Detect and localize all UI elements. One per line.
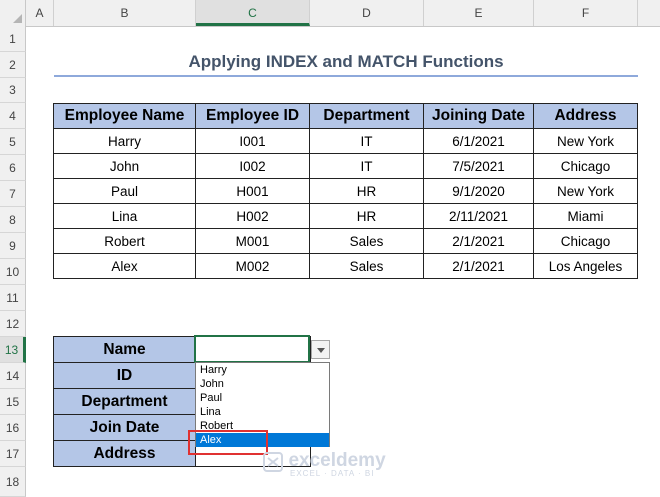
lookup-label-name[interactable]: Name: [53, 336, 196, 363]
row-header-17[interactable]: 17: [0, 441, 26, 467]
cell-department[interactable]: Sales: [309, 253, 424, 279]
row-header-10[interactable]: 10: [0, 259, 26, 285]
header-address[interactable]: Address: [533, 103, 638, 129]
header-department[interactable]: Department: [309, 103, 424, 129]
table-header-row: Employee Name Employee ID Department Joi…: [53, 103, 638, 129]
column-header-bar: A B C D E F: [0, 0, 660, 27]
cell-address[interactable]: New York: [533, 178, 638, 204]
dropdown-option[interactable]: Harry: [196, 363, 329, 377]
dropdown-arrow-button[interactable]: [311, 340, 330, 359]
col-header-A[interactable]: A: [26, 0, 54, 26]
table-row: Harry I001 IT 6/1/2021 New York: [53, 128, 638, 154]
row-header-2[interactable]: 2: [0, 52, 26, 78]
header-joining-date[interactable]: Joining Date: [423, 103, 534, 129]
row-header-5[interactable]: 5: [0, 129, 26, 155]
row-header-3[interactable]: 3: [0, 78, 26, 103]
cell-address[interactable]: Miami: [533, 203, 638, 229]
cell-name[interactable]: Alex: [53, 253, 196, 279]
cell-department[interactable]: IT: [309, 128, 424, 154]
exceldemy-logo-icon: [263, 451, 283, 472]
row-header-12[interactable]: 12: [0, 311, 26, 337]
header-employee-name[interactable]: Employee Name: [53, 103, 196, 129]
active-cell-c13[interactable]: [194, 335, 310, 363]
row-header-9[interactable]: 9: [0, 233, 26, 259]
cell-date[interactable]: 9/1/2020: [423, 178, 534, 204]
lookup-label-join-date[interactable]: Join Date: [53, 414, 196, 441]
row-header-16[interactable]: 16: [0, 415, 26, 441]
header-employee-id[interactable]: Employee ID: [195, 103, 310, 129]
cell-name[interactable]: Lina: [53, 203, 196, 229]
cell-department[interactable]: Sales: [309, 228, 424, 254]
cell-name[interactable]: Paul: [53, 178, 196, 204]
watermark-name: exceldemy: [288, 450, 386, 471]
row-header-11[interactable]: 11: [0, 285, 26, 311]
dropdown-option[interactable]: Paul: [196, 391, 329, 405]
highlight-callout-box: [188, 430, 268, 455]
col-header-E[interactable]: E: [424, 0, 534, 26]
row-header-15[interactable]: 15: [0, 389, 26, 415]
cell-name[interactable]: Harry: [53, 128, 196, 154]
cell-address[interactable]: Chicago: [533, 228, 638, 254]
table-row: Paul H001 HR 9/1/2020 New York: [53, 178, 638, 204]
cell-date[interactable]: 6/1/2021: [423, 128, 534, 154]
row-header-6[interactable]: 6: [0, 155, 26, 181]
table-row: Robert M001 Sales 2/1/2021 Chicago: [53, 228, 638, 254]
row-header-18[interactable]: 18: [0, 467, 26, 497]
col-header-C[interactable]: C: [196, 0, 310, 26]
lookup-label-address[interactable]: Address: [53, 440, 196, 467]
watermark-tagline: EXCEL · DATA · BI: [290, 468, 375, 478]
select-all-corner[interactable]: [0, 0, 26, 26]
table-row: Alex M002 Sales 2/1/2021 Los Angeles: [53, 253, 638, 279]
title-underline: [54, 75, 638, 77]
cell-id[interactable]: M001: [195, 228, 310, 254]
row-header-4[interactable]: 4: [0, 103, 26, 129]
cell-department[interactable]: IT: [309, 153, 424, 179]
cell-address[interactable]: New York: [533, 128, 638, 154]
row-header-14[interactable]: 14: [0, 363, 26, 389]
exceldemy-watermark: exceldemy EXCEL · DATA · BI: [262, 450, 386, 478]
sheet-title: Applying INDEX and MATCH Functions: [188, 52, 504, 71]
dropdown-option[interactable]: Lina: [196, 405, 329, 419]
row-header-7[interactable]: 7: [0, 181, 26, 207]
lookup-label-id[interactable]: ID: [53, 362, 196, 389]
cell-date[interactable]: 2/1/2021: [423, 253, 534, 279]
employee-table: Employee Name Employee ID Department Joi…: [53, 103, 638, 279]
cell-id[interactable]: H001: [195, 178, 310, 204]
col-header-B[interactable]: B: [54, 0, 196, 26]
cell-date[interactable]: 2/11/2021: [423, 203, 534, 229]
cell-name[interactable]: Robert: [53, 228, 196, 254]
cell-name[interactable]: John: [53, 153, 196, 179]
cell-id[interactable]: I002: [195, 153, 310, 179]
cell-address[interactable]: Los Angeles: [533, 253, 638, 279]
row-header-8[interactable]: 8: [0, 207, 26, 233]
cell-date[interactable]: 7/5/2021: [423, 153, 534, 179]
table-row: Lina H002 HR 2/11/2021 Miami: [53, 203, 638, 229]
dropdown-option[interactable]: John: [196, 377, 329, 391]
cell-address[interactable]: Chicago: [533, 153, 638, 179]
cell-id[interactable]: H002: [195, 203, 310, 229]
col-header-F[interactable]: F: [534, 0, 638, 26]
row-header-13[interactable]: 13: [0, 337, 26, 363]
table-row: John I002 IT 7/5/2021 Chicago: [53, 153, 638, 179]
cell-date[interactable]: 2/1/2021: [423, 228, 534, 254]
cell-department[interactable]: HR: [309, 178, 424, 204]
col-header-D[interactable]: D: [310, 0, 424, 26]
cell-id[interactable]: M002: [195, 253, 310, 279]
cell-id[interactable]: I001: [195, 128, 310, 154]
cell-department[interactable]: HR: [309, 203, 424, 229]
row-header-1[interactable]: 1: [0, 26, 26, 52]
lookup-label-department[interactable]: Department: [53, 388, 196, 415]
